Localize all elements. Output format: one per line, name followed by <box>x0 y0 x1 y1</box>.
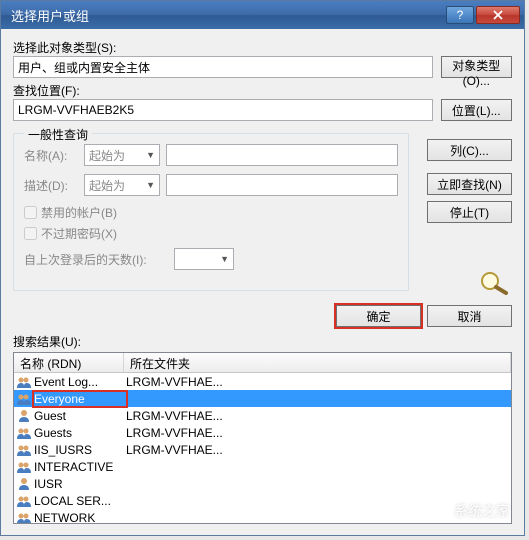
dialog-buttons: 确定 取消 <box>13 305 512 327</box>
row-name: LOCAL SER... <box>34 494 126 508</box>
columns-button[interactable]: 列(C)... <box>427 139 512 161</box>
object-type-label: 选择此对象类型(S): <box>13 39 512 56</box>
row-name: INTERACTIVE <box>34 460 126 474</box>
desc-match-select[interactable]: 起始为▼ <box>84 174 160 196</box>
cancel-button[interactable]: 取消 <box>427 305 512 327</box>
user-icon <box>16 477 32 491</box>
table-row[interactable]: Everyone <box>14 390 511 407</box>
row-name: Event Log... <box>34 375 126 389</box>
row-folder: LRGM-VVFHAE... <box>126 375 511 389</box>
row-folder: LRGM-VVFHAE... <box>126 426 511 440</box>
group-icon <box>16 511 32 525</box>
dialog-window: 选择用户或组 ? 选择此对象类型(S): 对象类型(O)... 查找位置(F):… <box>0 0 525 536</box>
row-name: IUSR <box>34 477 126 491</box>
name-match-select[interactable]: 起始为▼ <box>84 144 160 166</box>
object-type-field[interactable] <box>13 56 433 78</box>
row-name: Guest <box>34 409 126 423</box>
results-label: 搜索结果(U): <box>13 333 512 350</box>
table-row[interactable]: INTERACTIVE <box>14 458 511 475</box>
common-queries-legend: 一般性查询 <box>24 126 92 143</box>
table-row[interactable]: IUSR <box>14 475 511 492</box>
row-name: IIS_IUSRS <box>34 443 126 457</box>
ok-button[interactable]: 确定 <box>336 305 421 327</box>
table-row[interactable]: GuestLRGM-VVFHAE... <box>14 407 511 424</box>
non-expiring-checkbox[interactable]: 不过期密码(X) <box>24 225 398 242</box>
column-folder[interactable]: 所在文件夹 <box>124 353 511 372</box>
user-icon <box>16 409 32 423</box>
chevron-down-icon: ▼ <box>220 254 229 264</box>
stop-button[interactable]: 停止(T) <box>427 201 512 223</box>
disabled-accounts-checkbox[interactable]: 禁用的帐户(B) <box>24 204 398 221</box>
table-row[interactable]: NETWORK <box>14 509 511 524</box>
table-row[interactable]: GuestsLRGM-VVFHAE... <box>14 424 511 441</box>
group-icon <box>16 426 32 440</box>
desc-input[interactable] <box>166 174 398 196</box>
results-listview[interactable]: 名称 (RDN) 所在文件夹 Event Log...LRGM-VVFHAE..… <box>13 352 512 524</box>
close-button[interactable] <box>476 6 520 24</box>
days-since-label: 自上次登录后的天数(I): <box>24 251 174 268</box>
table-row[interactable]: Event Log...LRGM-VVFHAE... <box>14 373 511 390</box>
client-area: 选择此对象类型(S): 对象类型(O)... 查找位置(F): 位置(L)...… <box>1 29 524 535</box>
common-queries-group: 一般性查询 名称(A): 起始为▼ 描述(D): 起始为▼ 禁用的帐户(B) 不… <box>13 133 409 291</box>
search-icon <box>476 269 512 295</box>
table-row[interactable]: LOCAL SER... <box>14 492 511 509</box>
locations-button[interactable]: 位置(L)... <box>441 99 513 121</box>
titlebar: 选择用户或组 ? <box>1 1 524 29</box>
object-types-button[interactable]: 对象类型(O)... <box>441 56 513 78</box>
chevron-down-icon: ▼ <box>146 150 155 160</box>
query-side-buttons: 列(C)... 立即查找(N) 停止(T) <box>419 139 512 295</box>
table-row[interactable]: IIS_IUSRSLRGM-VVFHAE... <box>14 441 511 458</box>
group-icon <box>16 375 32 389</box>
name-input[interactable] <box>166 144 398 166</box>
window-title: 选择用户或组 <box>5 6 444 25</box>
group-icon <box>16 494 32 508</box>
desc-label: 描述(D): <box>24 177 84 194</box>
group-icon <box>16 443 32 457</box>
chevron-down-icon: ▼ <box>146 180 155 190</box>
location-field[interactable] <box>13 99 433 121</box>
days-since-select[interactable]: ▼ <box>174 248 234 270</box>
help-button[interactable]: ? <box>446 6 474 24</box>
row-name: NETWORK <box>34 511 126 525</box>
location-label: 查找位置(F): <box>13 82 512 99</box>
listview-header[interactable]: 名称 (RDN) 所在文件夹 <box>14 353 511 373</box>
row-name: Guests <box>34 426 126 440</box>
group-icon <box>16 460 32 474</box>
column-name[interactable]: 名称 (RDN) <box>14 353 124 372</box>
find-now-button[interactable]: 立即查找(N) <box>427 173 512 195</box>
row-name: Everyone <box>34 392 126 406</box>
row-folder: LRGM-VVFHAE... <box>126 409 511 423</box>
row-folder: LRGM-VVFHAE... <box>126 443 511 457</box>
name-label: 名称(A): <box>24 147 84 164</box>
group-icon <box>16 392 32 406</box>
